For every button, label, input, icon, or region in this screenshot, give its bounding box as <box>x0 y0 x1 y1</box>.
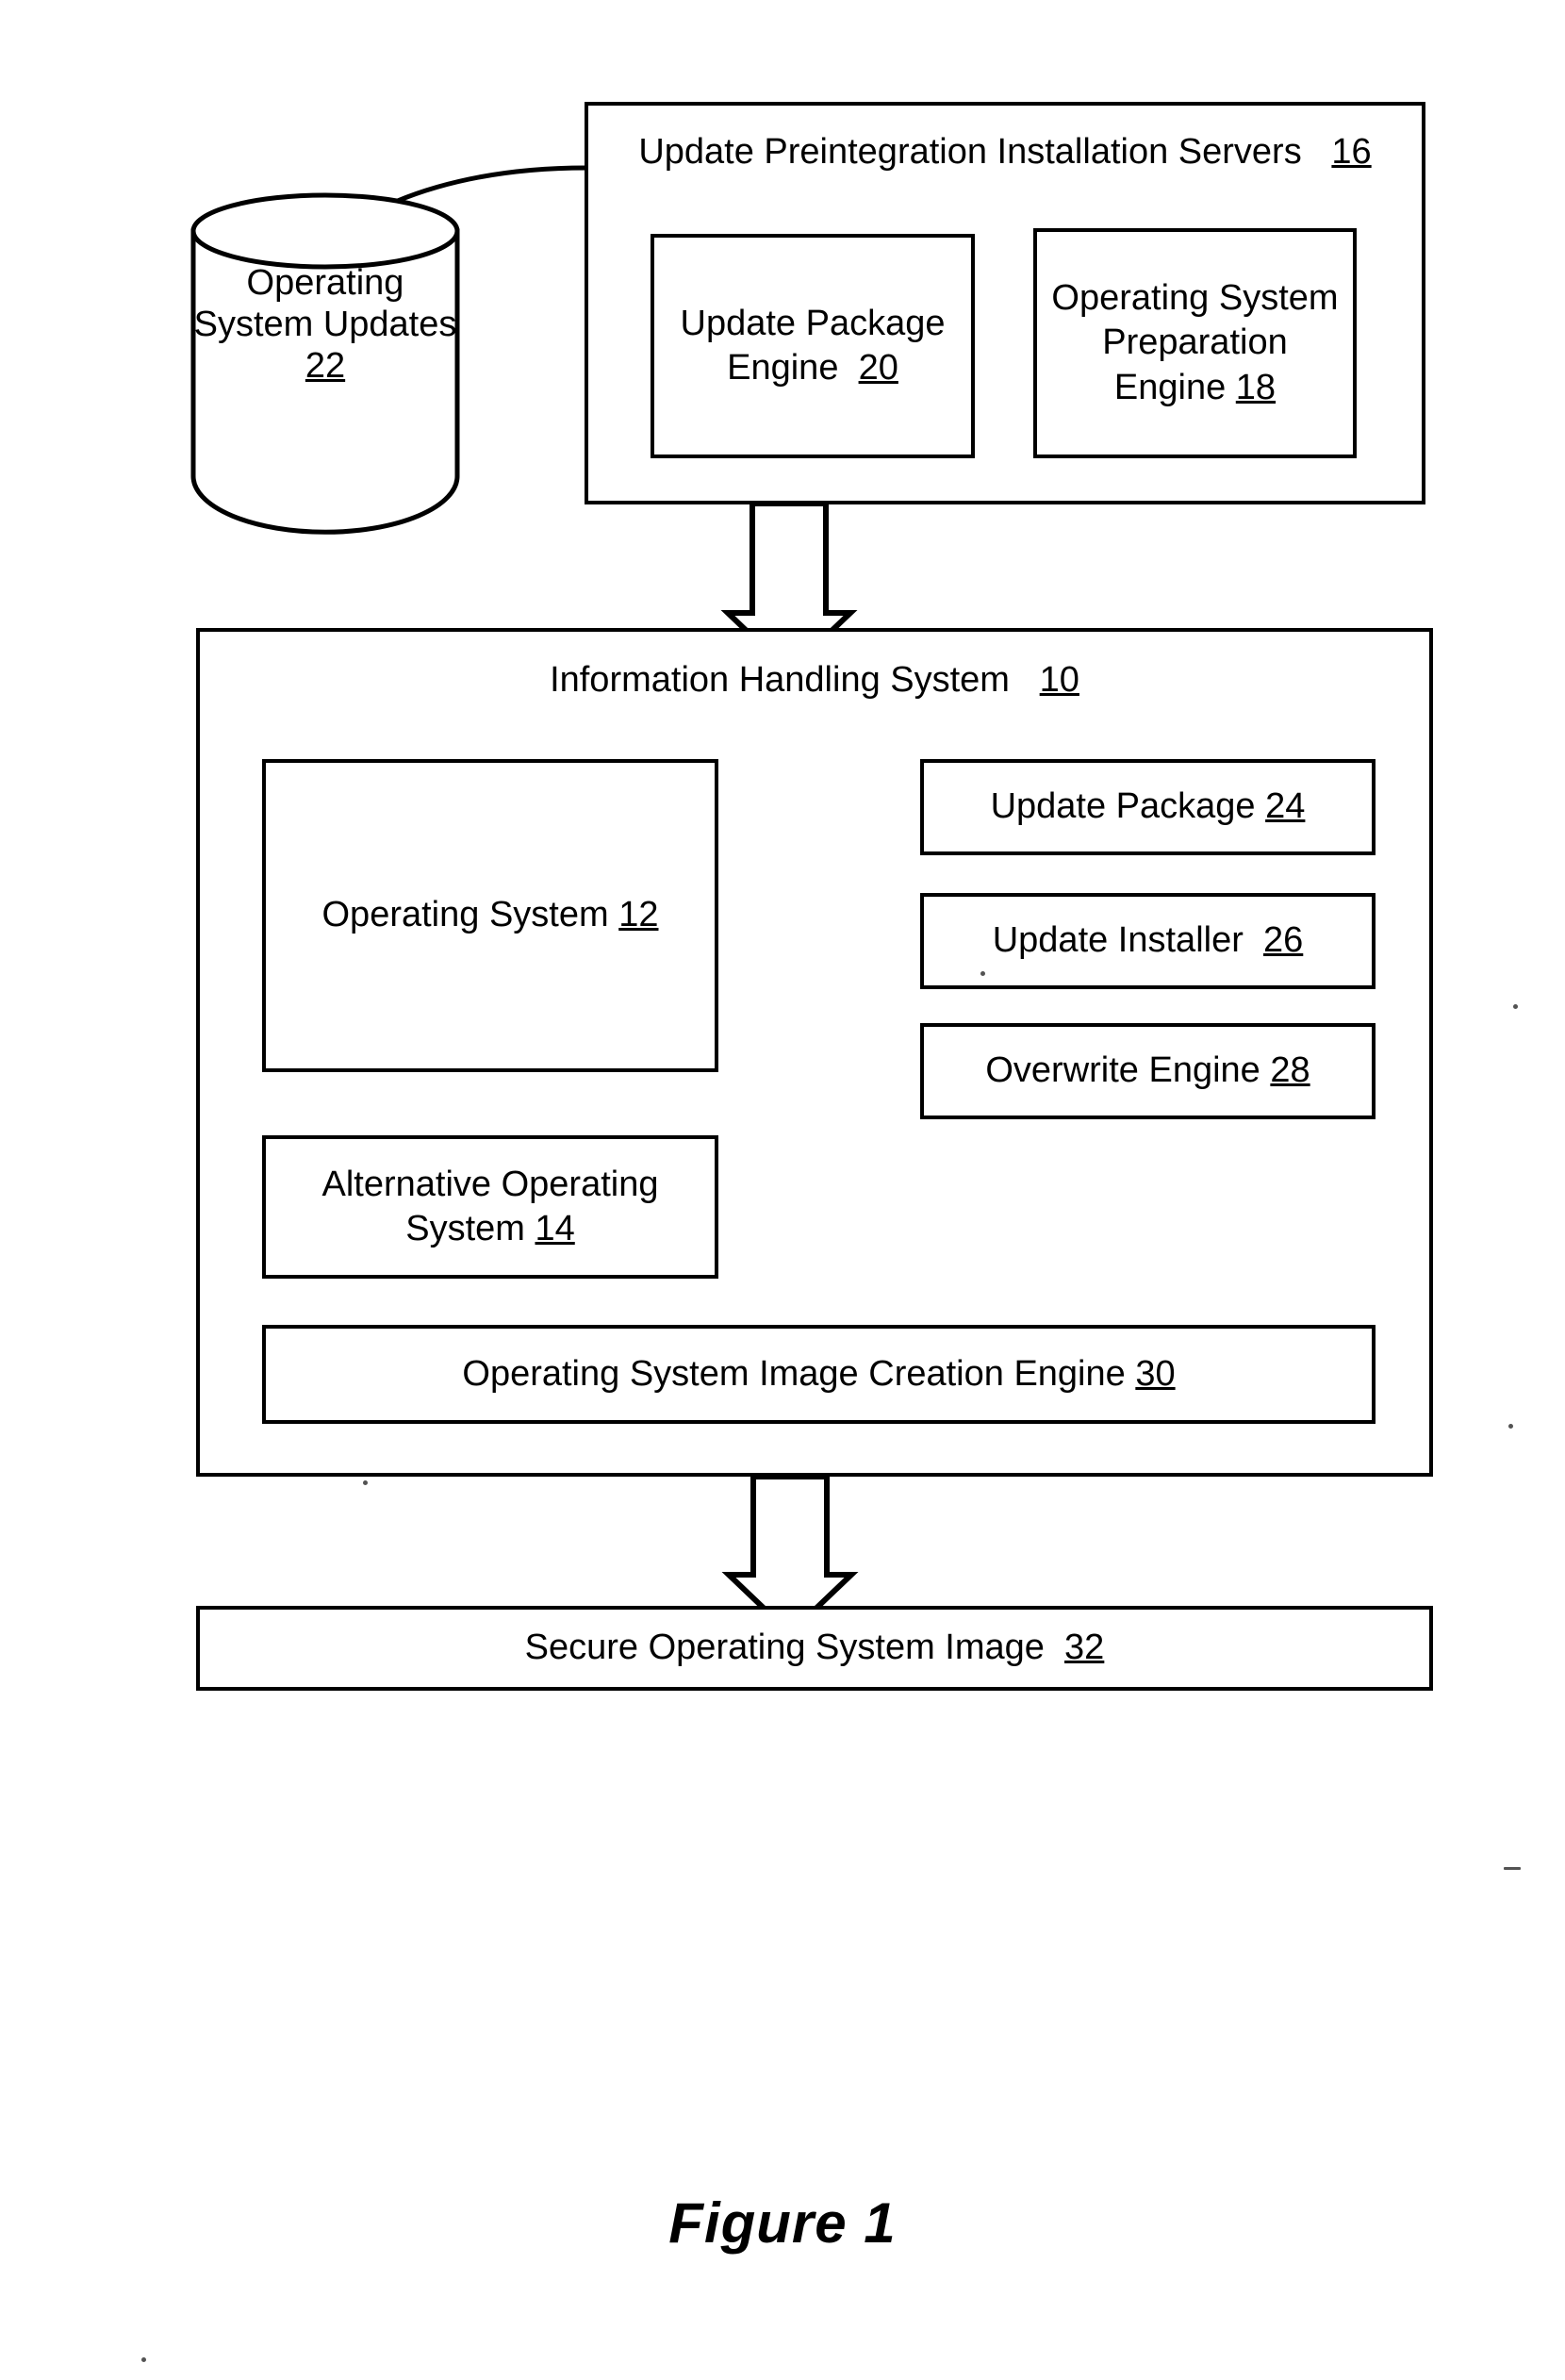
information-handling-system-title: Information Handling System 10 <box>196 660 1433 701</box>
operating-system-label: Operating System 12 <box>321 895 659 935</box>
servers-title: Update Preintegration Installation Serve… <box>585 132 1425 173</box>
update-installer-box[interactable]: Update Installer 26 <box>920 893 1376 989</box>
update-installer-label: Update Installer 26 <box>992 920 1304 961</box>
os-updates-text: Operating System Updates <box>193 263 457 345</box>
overwrite-engine-box[interactable]: Overwrite Engine 28 <box>920 1023 1376 1119</box>
update-package-engine-box[interactable]: Update Package Engine 20 <box>651 234 975 458</box>
servers-ref: 16 <box>1331 132 1372 172</box>
scan-speck <box>141 2357 146 2362</box>
os-updates-cylinder-label: Operating System Updates 22 <box>193 262 457 387</box>
figure-canvas: Operating System Updates 22 Update Prein… <box>0 0 1565 2380</box>
scan-speck <box>980 971 985 976</box>
figure-caption: Figure 1 <box>668 2191 897 2255</box>
ihs-title-text: Information Handling System <box>550 660 1010 700</box>
update-package-engine-label: Update Package Engine 20 <box>680 303 946 388</box>
operating-system-image-creation-engine-box[interactable]: Operating System Image Creation Engine 3… <box>262 1325 1376 1424</box>
os-updates-ref: 22 <box>305 346 346 387</box>
alternative-operating-system-box[interactable]: Alternative Operating System 14 <box>262 1135 718 1279</box>
os-prep-engine-label: Operating System Preparation Engine 18 <box>1051 277 1339 407</box>
update-package-label: Update Package 24 <box>990 786 1306 827</box>
scan-speck <box>363 1480 368 1485</box>
update-package-box[interactable]: Update Package 24 <box>920 759 1376 855</box>
scan-speck <box>1504 1867 1521 1870</box>
secure-operating-system-image-box[interactable]: Secure Operating System Image 32 <box>196 1606 1433 1691</box>
servers-title-text: Update Preintegration Installation Serve… <box>638 132 1302 172</box>
os-image-creation-engine-label: Operating System Image Creation Engine 3… <box>462 1353 1176 1394</box>
operating-system-box[interactable]: Operating System 12 <box>262 759 718 1072</box>
overwrite-engine-label: Overwrite Engine 28 <box>985 1050 1310 1091</box>
scan-speck <box>1508 1424 1513 1429</box>
scan-speck <box>1513 1004 1518 1009</box>
ihs-ref: 10 <box>1039 660 1079 700</box>
secure-operating-system-image-label: Secure Operating System Image 32 <box>524 1628 1105 1668</box>
operating-system-preparation-engine-box[interactable]: Operating System Preparation Engine 18 <box>1033 228 1357 458</box>
alternative-operating-system-label: Alternative Operating System 14 <box>321 1164 659 1249</box>
